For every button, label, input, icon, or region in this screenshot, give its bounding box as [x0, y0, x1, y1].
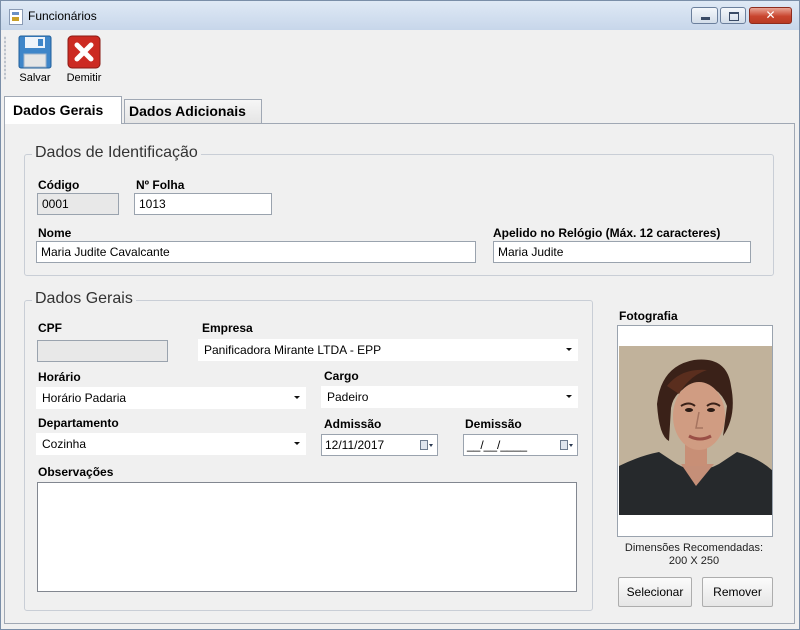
employee-photo: [619, 346, 772, 515]
empresa-value: Panificadora Mirante LTDA - EPP: [204, 343, 382, 357]
general-group: Dados Gerais CPF Empresa Panificadora Mi…: [24, 290, 593, 611]
minimize-icon: [701, 17, 710, 20]
toolbar-grip[interactable]: [4, 36, 6, 80]
identification-group: Dados de Identificação Código 0001 Nº Fo…: [24, 144, 774, 276]
general-group-title: Dados Gerais: [32, 290, 136, 308]
close-icon: ✕: [765, 8, 776, 22]
window-title: Funcionários: [28, 9, 97, 23]
chevron-down-icon: [566, 348, 572, 351]
observacoes-textarea[interactable]: [37, 482, 577, 592]
save-label: Salvar: [19, 72, 51, 84]
dismiss-label: Demitir: [66, 72, 102, 84]
cargo-value: Padeiro: [327, 390, 369, 404]
photo-dimensions-hint-line2: 200 X 250: [668, 555, 720, 567]
dismiss-button[interactable]: Demitir: [59, 32, 109, 87]
remove-photo-button[interactable]: Remover: [702, 577, 773, 607]
maximize-button[interactable]: [720, 7, 746, 24]
demissao-label: Demissão: [465, 417, 522, 431]
calendar-dropdown-icon[interactable]: [560, 439, 573, 451]
chevron-down-icon: [566, 395, 572, 398]
cpf-label: CPF: [38, 321, 62, 335]
departamento-value: Cozinha: [42, 437, 87, 451]
cargo-select[interactable]: Padeiro: [321, 386, 578, 408]
horario-select[interactable]: Horário Padaria: [36, 387, 306, 409]
close-button[interactable]: ✕: [749, 7, 792, 24]
folha-label: Nº Folha: [136, 178, 185, 192]
observacoes-label: Observações: [38, 465, 114, 479]
codigo-label: Código: [38, 178, 80, 192]
red-x-icon: [67, 35, 101, 69]
calendar-dropdown-icon[interactable]: [420, 439, 433, 451]
apelido-label: Apelido no Relógio (Máx. 12 caracteres): [493, 226, 721, 240]
horario-value: Horário Padaria: [42, 391, 127, 405]
demissao-value: __/__/____: [467, 438, 528, 452]
admissao-date-picker[interactable]: 12/11/2017: [321, 434, 438, 456]
cargo-label: Cargo: [324, 369, 359, 383]
photo-label: Fotografia: [619, 309, 678, 323]
chevron-down-icon: [294, 396, 300, 399]
empresa-label: Empresa: [202, 321, 253, 335]
photo-dimensions-hint-line1: Dimensões Recomendadas:: [624, 542, 764, 554]
nome-label: Nome: [38, 226, 72, 240]
tab-page: Dados de Identificação Código 0001 Nº Fo…: [4, 123, 795, 624]
floppy-disk-icon: [18, 35, 52, 69]
tab-strip: Dados Gerais Dados Adicionais: [4, 96, 794, 124]
codigo-field[interactable]: 0001: [37, 193, 119, 215]
app-icon: [9, 9, 23, 25]
empresa-select[interactable]: Panificadora Mirante LTDA - EPP: [198, 339, 578, 361]
departamento-select[interactable]: Cozinha: [36, 433, 306, 455]
maximize-icon: [729, 12, 739, 21]
tab-dados-gerais[interactable]: Dados Gerais: [4, 96, 122, 124]
minimize-button[interactable]: [691, 7, 718, 24]
nome-field[interactable]: Maria Judite Cavalcante: [36, 241, 476, 263]
toolbar: Salvar Demitir: [1, 30, 799, 88]
save-button[interactable]: Salvar: [13, 32, 57, 87]
folha-field[interactable]: 1013: [134, 193, 272, 215]
apelido-field[interactable]: Maria Judite: [493, 241, 751, 263]
identification-group-title: Dados de Identificação: [32, 144, 201, 162]
cpf-field[interactable]: [37, 340, 168, 362]
select-photo-button[interactable]: Selecionar: [618, 577, 692, 607]
tab-dados-adicionais[interactable]: Dados Adicionais: [124, 99, 262, 123]
photo-frame[interactable]: [617, 325, 773, 537]
departamento-label: Departamento: [38, 416, 119, 430]
horario-label: Horário: [38, 370, 81, 384]
admissao-label: Admissão: [324, 417, 382, 431]
admissao-value: 12/11/2017: [325, 438, 385, 452]
title-bar: Funcionários ✕: [1, 1, 799, 30]
demissao-date-picker[interactable]: __/__/____: [463, 434, 578, 456]
window: Funcionários ✕ Salvar Demitir Dados Gera…: [0, 0, 800, 630]
chevron-down-icon: [294, 442, 300, 445]
